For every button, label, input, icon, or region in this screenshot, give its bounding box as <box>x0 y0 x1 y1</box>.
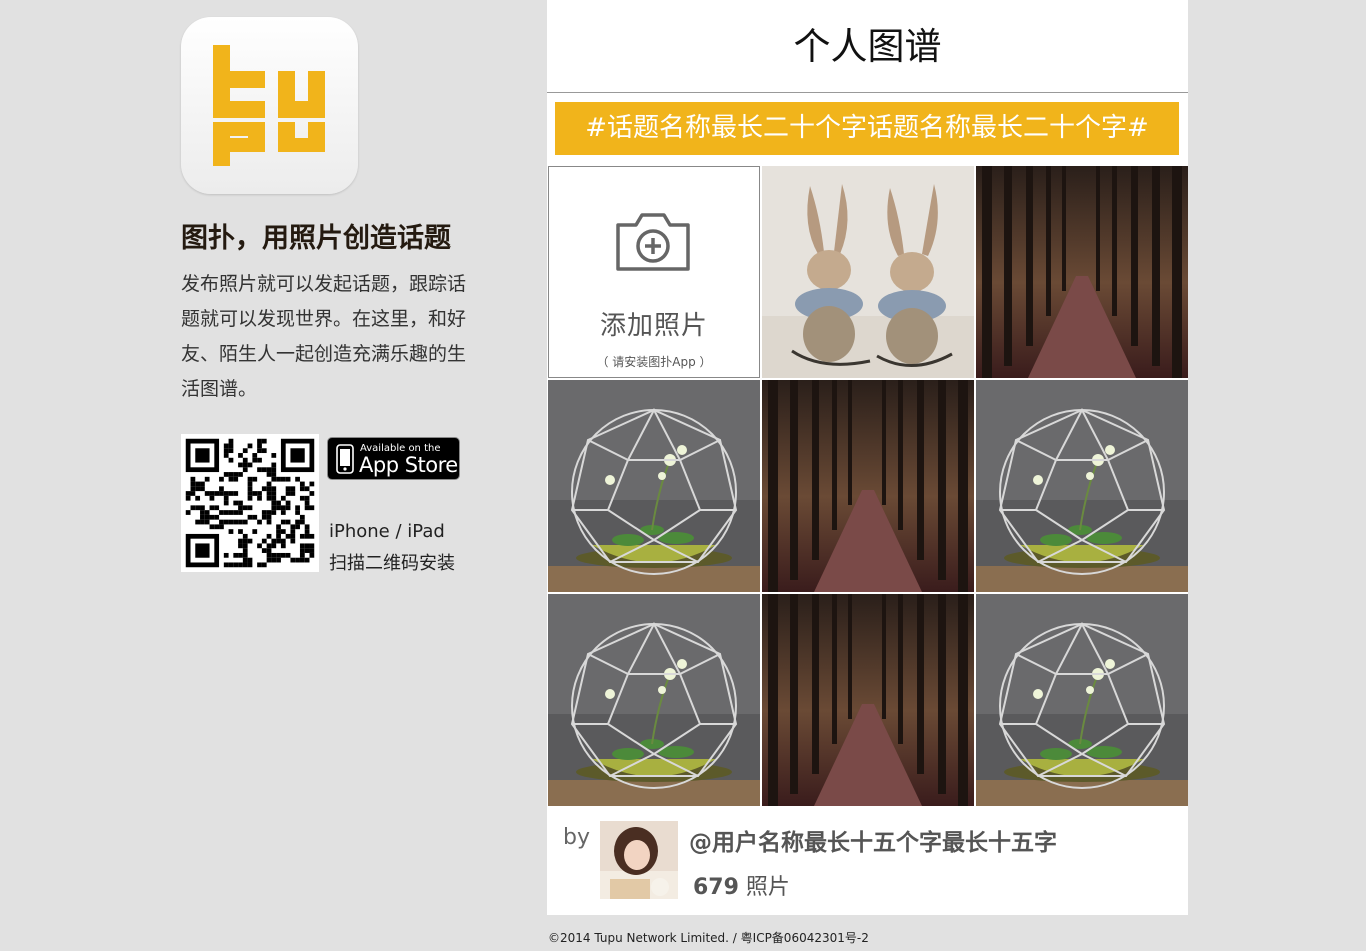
photo-tile-rabbits[interactable] <box>762 166 974 378</box>
photo-count-number: 679 <box>693 875 739 900</box>
device-info: iPhone / iPad 扫描二维码安装 <box>329 516 455 580</box>
tupu-app-icon <box>181 17 358 194</box>
app-store-button[interactable]: Available on the App Store <box>327 437 460 480</box>
photo-tile-forest[interactable] <box>976 166 1188 378</box>
brand-tagline: 图扑，用照片创造话题 <box>181 223 451 254</box>
username-link[interactable]: @用户名称最长十五个字最长十五字 <box>689 823 1057 857</box>
forest-path-photo <box>976 166 1188 378</box>
forest-path-photo <box>762 594 974 806</box>
add-photo-label: 添加照片 <box>599 311 708 341</box>
add-photo-hint: （ 请安装图扑App ） <box>596 355 712 369</box>
rabbit-figurines-photo <box>762 166 974 378</box>
copyright-text: ©2014 Tupu Network Limited. / 粤ICP备06042… <box>548 931 869 945</box>
by-label: by <box>563 825 590 850</box>
brand-column: 图扑，用照片创造话题 发布照片就可以发起话题，跟踪话题就可以发现世界。在这里，和… <box>181 17 481 574</box>
device-label: iPhone / iPad <box>329 521 445 542</box>
photo-grid: 添加照片 （ 请安装图扑App ） <box>548 166 1188 807</box>
album-panel: 个人图谱 #话题名称最长二十个字话题名称最长二十个字# 添加照片 （ 请安装图扑… <box>547 0 1188 915</box>
qr-code-icon <box>181 434 319 572</box>
iphone-icon <box>336 444 354 474</box>
brand-description: 发布照片就可以发起话题，跟踪话题就可以发现世界。在这里，和好友、陌生人一起创造充… <box>181 273 467 400</box>
tupu-logo-icon <box>213 45 325 166</box>
photo-tile-terrarium[interactable] <box>548 594 760 806</box>
app-store-label: App Store <box>359 453 458 477</box>
glass-terrarium-photo <box>548 380 760 592</box>
photo-count: 679 照片 <box>693 869 790 901</box>
photo-tile-terrarium[interactable] <box>976 594 1188 806</box>
topic-banner[interactable]: #话题名称最长二十个字话题名称最长二十个字# <box>555 102 1179 155</box>
page-title: 个人图谱 <box>547 0 1188 93</box>
photo-count-unit: 照片 <box>738 875 790 900</box>
scan-hint: 扫描二维码安装 <box>329 553 455 574</box>
photo-tile-forest[interactable] <box>762 380 974 592</box>
glass-terrarium-photo <box>976 594 1188 806</box>
photo-tile-terrarium[interactable] <box>548 380 760 592</box>
add-photo-button[interactable]: 添加照片 （ 请安装图扑App ） <box>548 166 760 378</box>
glass-terrarium-photo <box>548 594 760 806</box>
glass-terrarium-photo <box>976 380 1188 592</box>
qr-code[interactable] <box>181 434 319 572</box>
camera-plus-icon <box>616 213 690 271</box>
user-avatar-image <box>600 821 678 899</box>
photo-tile-forest[interactable] <box>762 594 974 806</box>
author-info: by @用户名称最长十五个字最长十五字 679 照片 <box>547 807 1188 915</box>
download-section: Available on the App Store iPhone / iPad… <box>181 434 481 574</box>
avatar[interactable] <box>600 821 678 899</box>
forest-path-photo <box>762 380 974 592</box>
photo-tile-terrarium[interactable] <box>976 380 1188 592</box>
